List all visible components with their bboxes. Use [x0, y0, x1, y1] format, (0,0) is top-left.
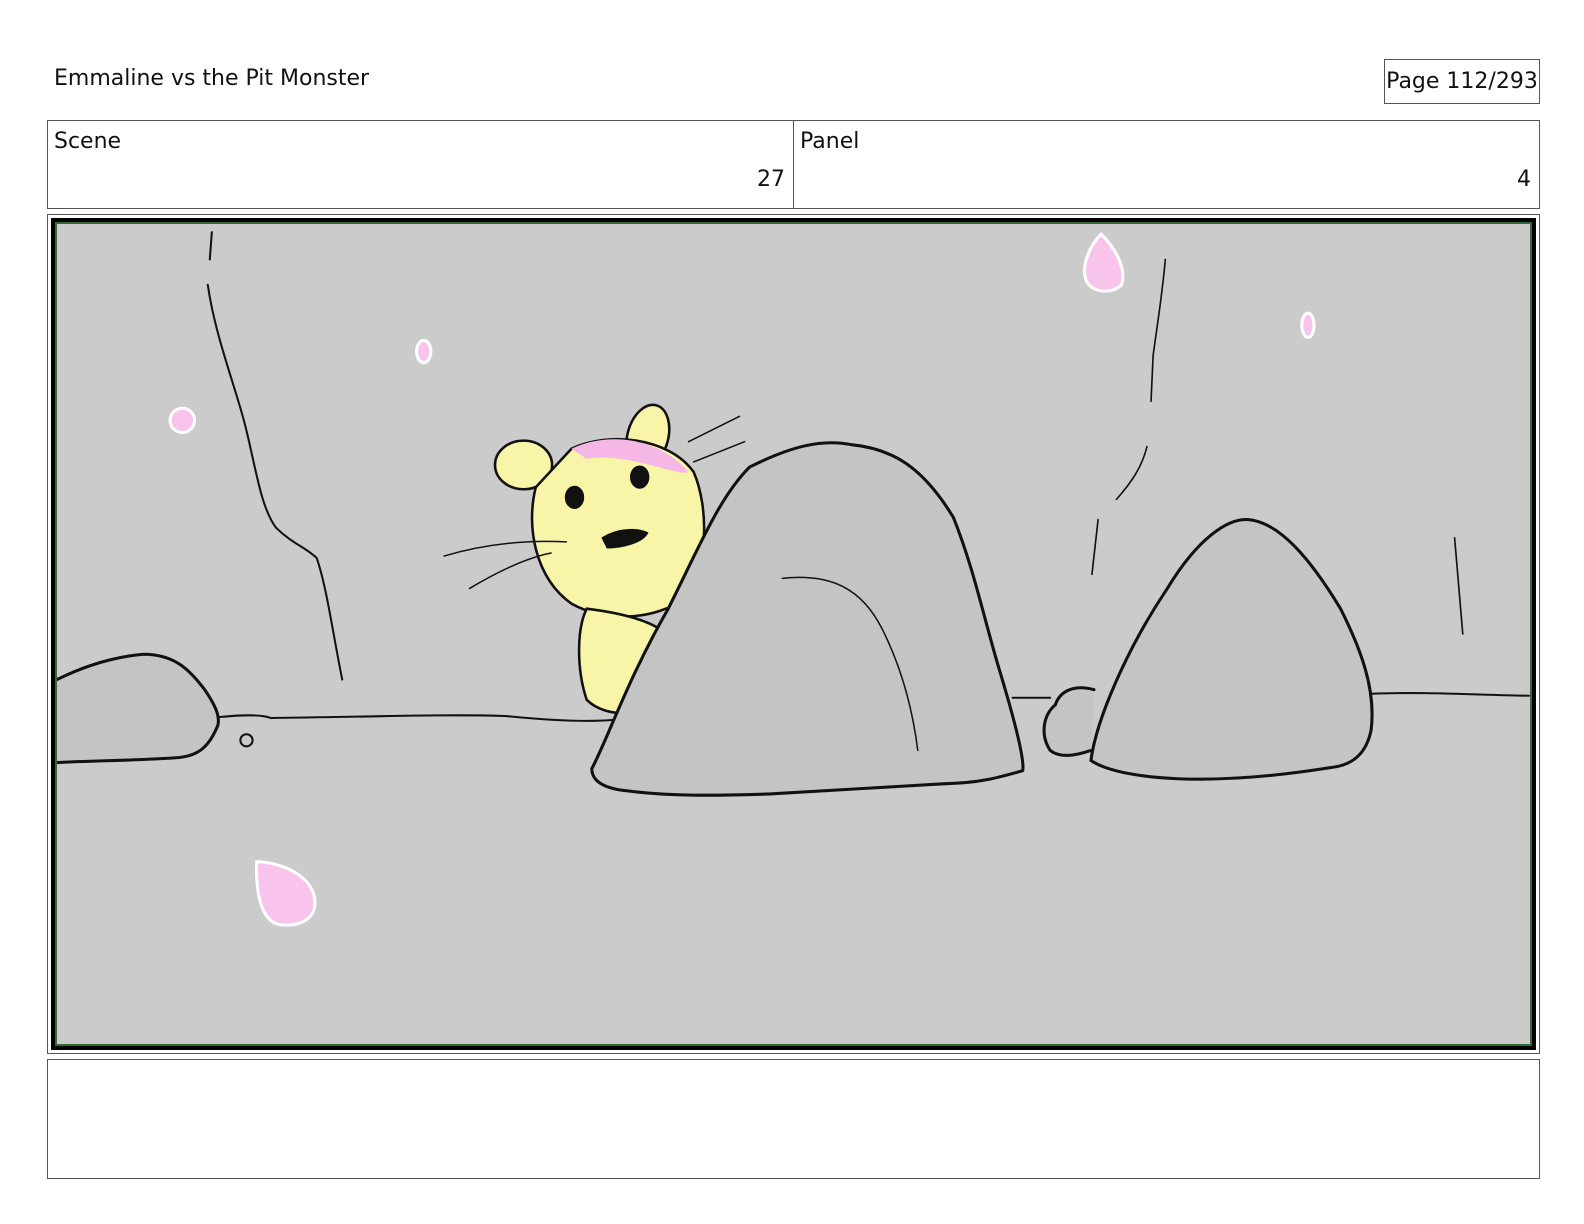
panel-notes	[47, 1059, 1540, 1179]
panel-number: 4	[1517, 167, 1531, 192]
petal-icon	[1300, 311, 1316, 339]
scene-number: 27	[757, 167, 785, 192]
scene-panel-info: Scene 27 Panel 4	[47, 120, 1540, 209]
panel-cell: Panel 4	[793, 121, 1539, 208]
storyboard-frame	[47, 214, 1540, 1054]
rock-right	[1089, 518, 1374, 781]
cliff-line-left	[206, 231, 344, 681]
rock-small	[1042, 686, 1096, 757]
petal-icon	[168, 406, 197, 435]
page-counter: Page 112/293	[1384, 59, 1540, 104]
panel-artwork	[57, 231, 1530, 927]
panel-label: Panel	[800, 129, 860, 154]
petal-icon	[415, 338, 433, 365]
rock-left	[57, 652, 220, 765]
petal-icon	[1083, 231, 1125, 293]
scene-cell: Scene 27	[48, 121, 793, 208]
scene-label: Scene	[54, 129, 122, 154]
storyboard-title: Emmaline vs the Pit Monster	[54, 66, 370, 91]
pebble	[239, 733, 254, 748]
petal-icon	[255, 860, 317, 927]
